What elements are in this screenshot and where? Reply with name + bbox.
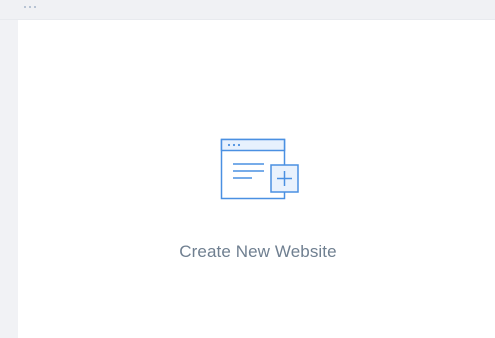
website-plus-icon <box>220 138 302 210</box>
create-new-website-button[interactable]: Create New Website <box>148 125 368 285</box>
create-new-website-label[interactable]: Create New Website <box>148 242 368 262</box>
window-titlebar <box>0 0 495 20</box>
dot <box>24 6 26 8</box>
app-window: Create New Website <box>0 0 495 338</box>
left-gutter <box>0 20 18 338</box>
dot <box>29 6 31 8</box>
main-panel: Create New Website <box>18 20 495 338</box>
more-dots-icon[interactable] <box>24 6 36 10</box>
dot <box>34 6 36 8</box>
